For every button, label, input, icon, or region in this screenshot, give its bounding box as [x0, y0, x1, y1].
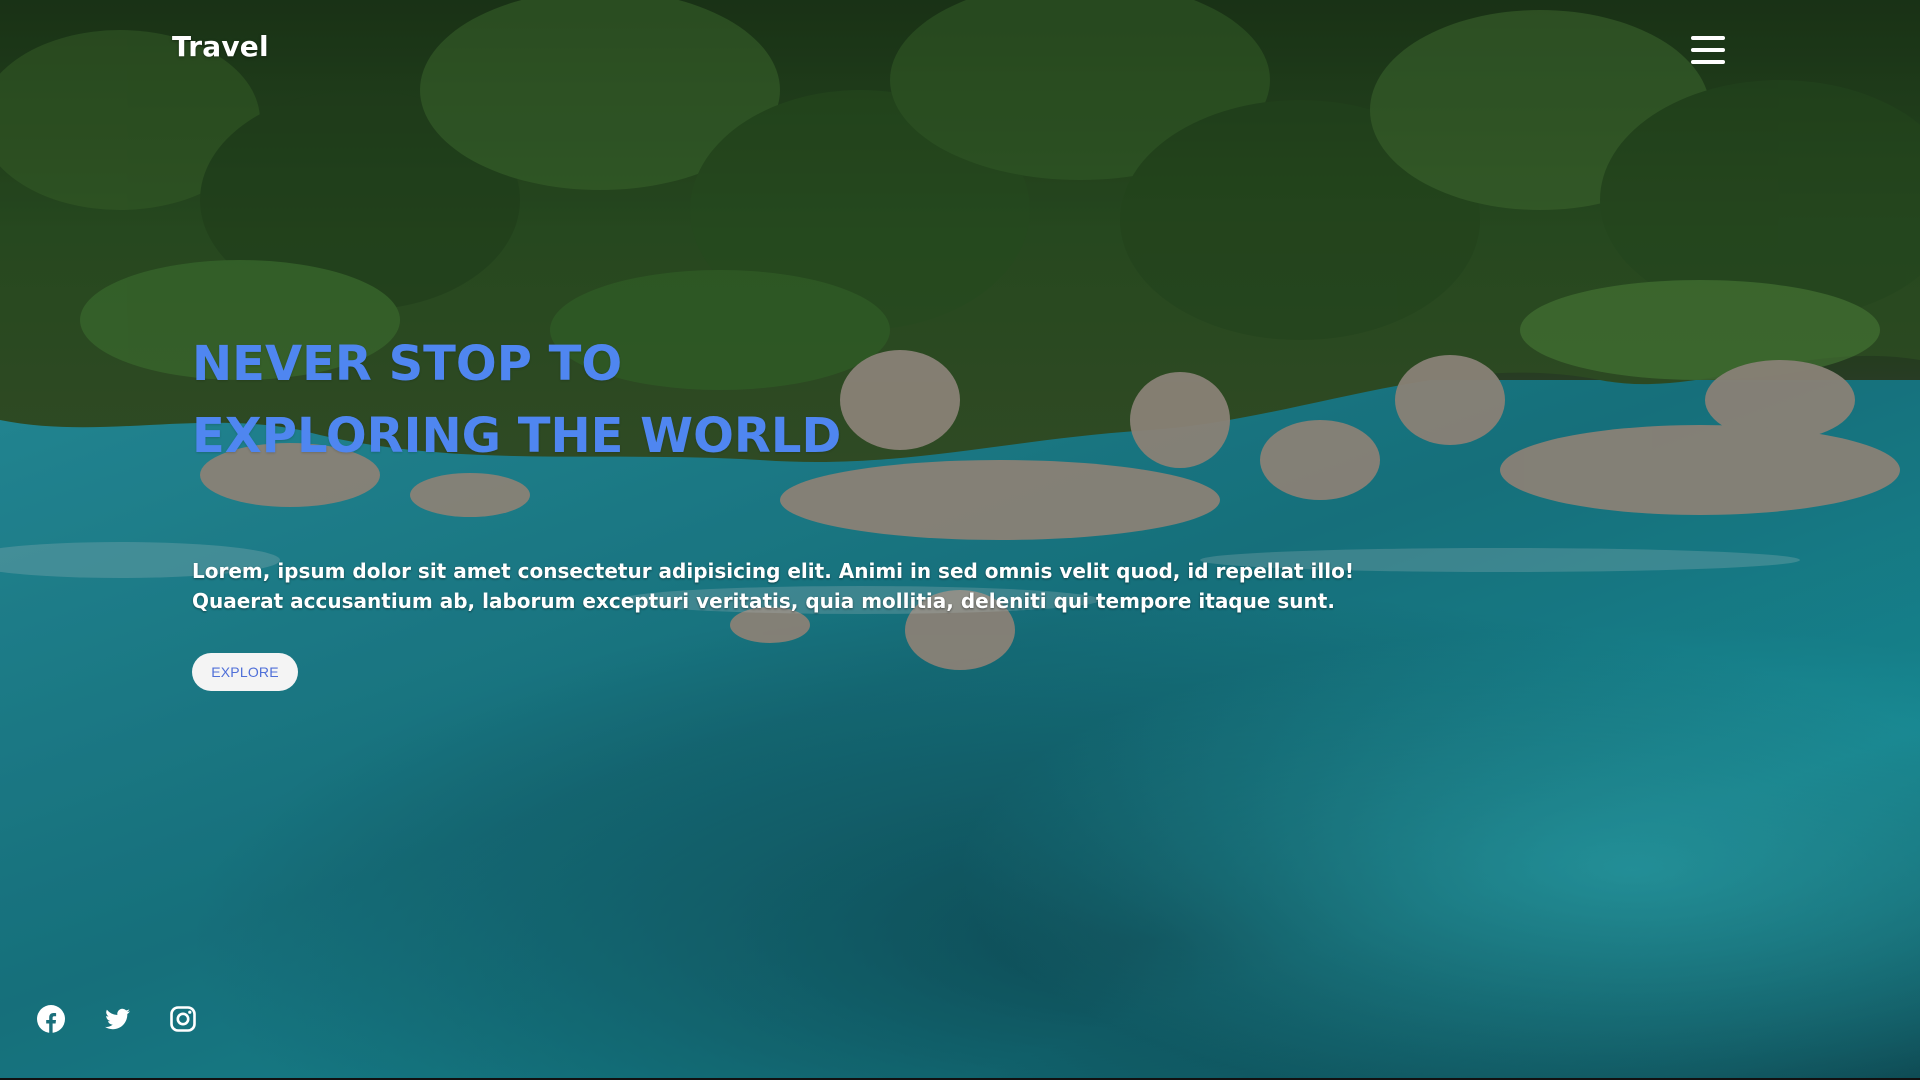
social-links — [36, 1004, 198, 1034]
hero-content: NEVER STOP TO EXPLORING THE WORLD Lorem,… — [192, 328, 1392, 616]
hero-title-line2: EXPLORING THE WORLD — [192, 408, 842, 464]
menu-bar — [1691, 36, 1725, 40]
instagram-icon[interactable] — [168, 1004, 198, 1034]
brand-logo[interactable]: Travel — [172, 30, 269, 63]
facebook-icon[interactable] — [36, 1004, 66, 1034]
hero-title-line1: NEVER STOP TO — [192, 336, 623, 392]
hero-description: Lorem, ipsum dolor sit amet consectetur … — [192, 556, 1392, 616]
hero-description-line1: Lorem, ipsum dolor sit amet consectetur … — [192, 559, 1354, 583]
twitter-icon[interactable] — [102, 1004, 132, 1034]
hamburger-menu-icon[interactable] — [1690, 32, 1726, 68]
menu-bar — [1691, 60, 1725, 64]
explore-button[interactable]: EXPLORE — [192, 653, 298, 691]
hero-description-line2: Quaerat accusantium ab, laborum exceptur… — [192, 589, 1335, 613]
hero-title: NEVER STOP TO EXPLORING THE WORLD — [192, 328, 1392, 472]
menu-bar — [1691, 48, 1725, 52]
